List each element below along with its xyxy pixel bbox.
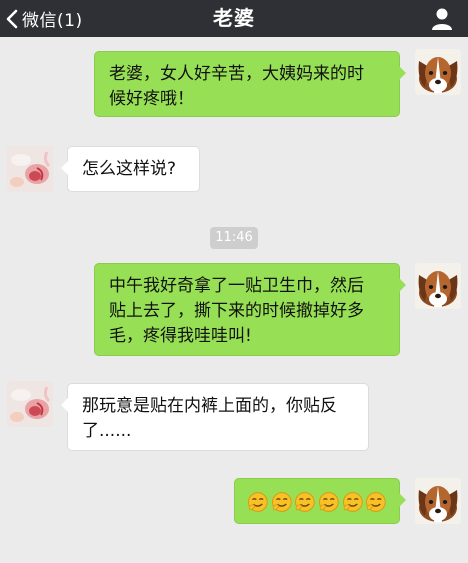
flower-avatar[interactable] — [7, 146, 53, 192]
message-bubble[interactable]: 中午我好奇拿了一贴卫生巾，然后 贴上去了，撕下来的时候撤掉好多 毛，疼得我哇哇叫… — [94, 263, 406, 356]
smirk-face-icon — [342, 491, 363, 512]
emoji-row — [247, 489, 387, 514]
puppy-avatar[interactable] — [415, 478, 461, 524]
message-line: 怎么这样说? — [82, 159, 177, 179]
person-icon[interactable] — [430, 7, 454, 31]
message-line: 那玩意是贴在内裤上面的，你贴反 — [82, 396, 337, 416]
message-bubble[interactable]: 那玩意是贴在内裤上面的，你贴反 了...... — [61, 383, 369, 451]
puppy-avatar[interactable] — [415, 263, 461, 309]
message-line: 候好疼哦！ — [109, 89, 194, 109]
message-bubble[interactable] — [234, 478, 406, 524]
smirk-face-icon — [271, 491, 292, 512]
message-bubble[interactable]: 怎么这样说? — [61, 146, 200, 192]
message-line: 老婆，女人好辛苦，大姨妈来的时 — [109, 64, 364, 84]
chat-title: 老婆 — [213, 6, 255, 30]
message-line: 中午我好奇拿了一贴卫生巾，然后 — [109, 276, 364, 296]
smirk-face-icon — [319, 491, 339, 512]
message-line: 贴上去了，撕下来的时候撤掉好多 — [109, 301, 364, 321]
message-line: 毛，疼得我哇哇叫! — [109, 326, 252, 346]
flower-avatar[interactable] — [7, 381, 53, 427]
message-line: 了...... — [82, 421, 132, 441]
top-bar: 微信(1) 老婆 — [0, 0, 468, 37]
message-bubble[interactable]: 老婆，女人好辛苦，大姨妈来的时 候好疼哦！ — [94, 51, 406, 117]
smirk-face-icon — [247, 491, 268, 512]
smirk-face-icon — [295, 491, 316, 512]
smirk-face-icon — [366, 491, 387, 512]
puppy-avatar[interactable] — [415, 49, 461, 95]
timestamp: 11:46 — [210, 227, 258, 249]
